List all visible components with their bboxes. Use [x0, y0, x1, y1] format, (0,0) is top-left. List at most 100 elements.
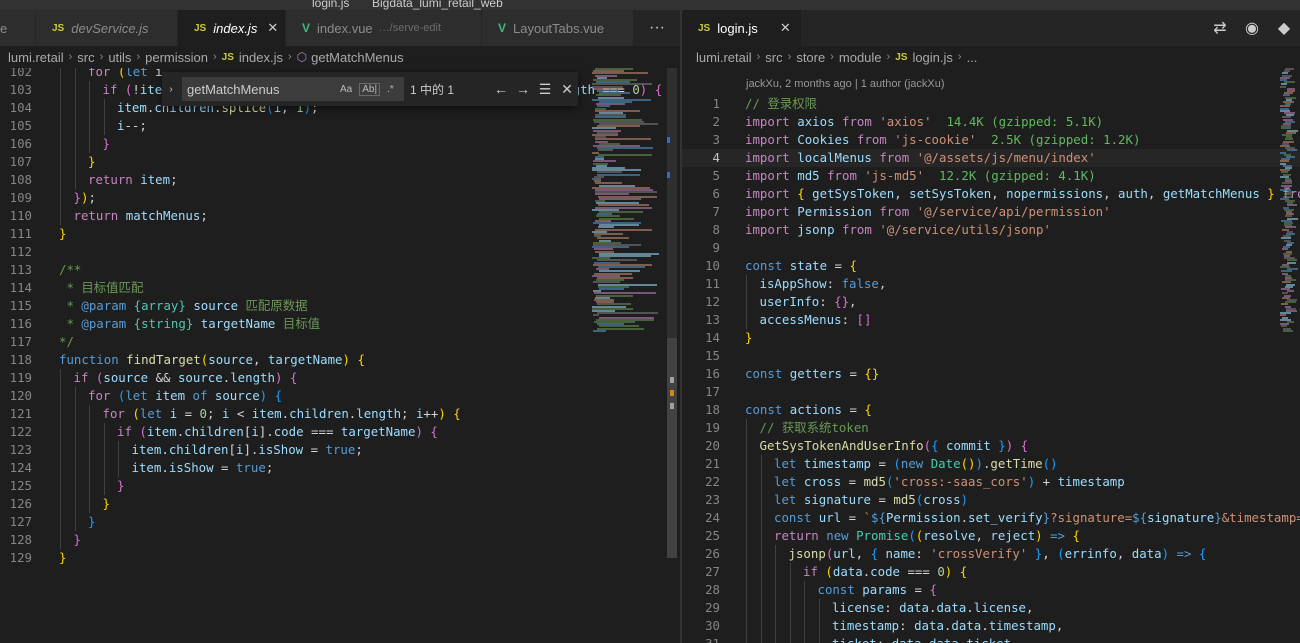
line-number: 112	[9, 244, 32, 259]
breadcrumb-item[interactable]: lumi.retail	[8, 50, 64, 65]
tab-devservice[interactable]: JS devService.js	[36, 10, 178, 46]
code-line[interactable]: 3 import Cookies from 'js-cookie' 2.5K (g…	[682, 131, 1300, 149]
tab-index-vue[interactable]: V index.vue …/serve-edit	[286, 10, 482, 46]
code-line[interactable]: 125}	[0, 477, 680, 495]
open-changes-icon[interactable]: ◉	[1236, 10, 1268, 46]
code-line[interactable]: 19 // 获取系统token	[682, 419, 1300, 437]
code-line[interactable]: 7 import Permission from '@/service/api/p…	[682, 203, 1300, 221]
line-number: 3	[712, 132, 720, 147]
code-line[interactable]: 12 userInfo: {},	[682, 293, 1300, 311]
code-line[interactable]: 105 i--;	[0, 117, 680, 135]
breadcrumb-item[interactable]: utils	[108, 50, 131, 65]
code-line[interactable]: 6 import { getSysToken, setSysToken, nope…	[682, 185, 1300, 203]
code-line[interactable]: 24 const url = `${Permission.set_verify}?…	[682, 509, 1300, 527]
code-line[interactable]: 20 GetSysTokenAndUserInfo({ commit }) {	[682, 437, 1300, 455]
git-blame-codelens[interactable]: jackXu, 2 months ago | 1 author (jackXu)	[746, 78, 945, 90]
code-line[interactable]: 5 import md5 from 'js-md5' 12.2K (gzipped…	[682, 167, 1300, 185]
code-line[interactable]: 23 let signature = md5(cross)	[682, 491, 1300, 509]
breadcrumb-item[interactable]: login.js	[912, 50, 952, 65]
code-line[interactable]: 118 function findTarget(source, targetNam…	[0, 351, 680, 369]
code-line[interactable]: 2 import axios from 'axios' 14.4K (gzippe…	[682, 113, 1300, 131]
code-line[interactable]: 123 item.children[i].isShow = true;	[0, 441, 680, 459]
tab-label: index.js	[213, 20, 258, 36]
code-line[interactable]: 111}	[0, 225, 680, 243]
breadcrumb-item[interactable]: store	[796, 50, 825, 65]
tab-layouttabs-vue[interactable]: V LayoutTabs.vue	[482, 10, 634, 46]
indent-guide	[818, 617, 820, 635]
more-actions-icon[interactable]: ···	[634, 10, 680, 46]
breadcrumb-item[interactable]: lumi.retail	[696, 50, 752, 65]
code-line[interactable]: 9	[682, 239, 1300, 257]
line-number: 11	[705, 276, 720, 291]
regex-icon[interactable]: .*	[385, 84, 396, 95]
code-line[interactable]: 15	[682, 347, 1300, 365]
code-line[interactable]: 128}	[0, 531, 680, 549]
right-code-editor[interactable]: jackXu, 2 months ago | 1 author (jackXu)…	[682, 68, 1300, 643]
code-line[interactable]: 22 let cross = md5('cross:-saas_cors') + …	[682, 473, 1300, 491]
toggle-replace-icon[interactable]: ›	[162, 84, 180, 95]
code-line[interactable]: 107}	[0, 153, 680, 171]
tab-login-js[interactable]: JS login.js ✕	[682, 10, 802, 46]
code-line[interactable]: 10 const state = {	[682, 257, 1300, 275]
code-line[interactable]: 108 return item;	[0, 171, 680, 189]
code-line[interactable]: 110 return matchMenus;	[0, 207, 680, 225]
indent-guide	[60, 207, 61, 225]
indent-guide	[74, 405, 76, 423]
code-line[interactable]: 117 */	[0, 333, 680, 351]
tab-index-js[interactable]: JS index.js ✕	[178, 10, 286, 46]
code-line[interactable]: 113 /**	[0, 261, 680, 279]
breadcrumb-item[interactable]: index.js	[239, 50, 283, 65]
code-line[interactable]: 25 return new Promise((resolve, reject) =…	[682, 527, 1300, 545]
code-line[interactable]: 109});	[0, 189, 680, 207]
code-line[interactable]: 122 if (item.children[i].code === targetN…	[0, 423, 680, 441]
code-line[interactable]: 116 * @param {string} targetName 目标值	[0, 315, 680, 333]
find-in-selection-icon[interactable]: ☰	[534, 81, 556, 98]
code-line[interactable]: 124 item.isShow = true;	[0, 459, 680, 477]
code-line[interactable]: 112	[0, 243, 680, 261]
chevron-right-icon: ›	[212, 51, 217, 63]
breadcrumb-item[interactable]: ...	[967, 50, 978, 65]
git-lens-icon[interactable]: ◆	[1268, 10, 1300, 46]
indent-guide	[818, 635, 820, 643]
code-line[interactable]: 4 import localMenus from '@/assets/js/men…	[682, 149, 1300, 167]
code-line[interactable]: 13 accessMenus: []	[682, 311, 1300, 329]
code-line[interactable]: 16 const getters = {}	[682, 365, 1300, 383]
right-minimap[interactable]	[1280, 68, 1300, 338]
code-line[interactable]: 119 if (source && source.length) {	[0, 369, 680, 387]
previous-match-icon[interactable]: ←	[490, 81, 512, 97]
close-icon[interactable]: ✕	[267, 20, 278, 36]
left-minimap[interactable]	[592, 68, 664, 338]
find-input[interactable]	[183, 81, 333, 97]
left-code-editor[interactable]: 102for (let i103if (!item.children[i].ch…	[0, 68, 680, 643]
match-case-icon[interactable]: Aa	[338, 84, 354, 95]
close-find-icon[interactable]: ✕	[556, 81, 578, 98]
compare-changes-icon[interactable]: ⇄	[1204, 10, 1236, 46]
next-match-icon[interactable]: →	[512, 81, 534, 97]
scrollbar-thumb[interactable]	[667, 338, 677, 558]
code-line[interactable]: 18 const actions = {	[682, 401, 1300, 419]
code-line[interactable]: 11 isAppShow: false,	[682, 275, 1300, 293]
line-number: 21	[705, 456, 720, 471]
code-line[interactable]: 121 for (let i = 0; i < item.children.len…	[0, 405, 680, 423]
code-line[interactable]: 120 for (let item of source) {	[0, 387, 680, 405]
whole-word-icon[interactable]: Ab|	[359, 82, 381, 96]
breadcrumb-item[interactable]: getMatchMenus	[311, 50, 404, 65]
tab-hidden[interactable]: e	[0, 10, 36, 46]
breadcrumb-item[interactable]: module	[839, 50, 882, 65]
code-line[interactable]: 17	[682, 383, 1300, 401]
code-line[interactable]: 127}	[0, 513, 680, 531]
code-line[interactable]: 8 import jsonp from '@/service/utils/json…	[682, 221, 1300, 239]
code-line[interactable]: 106}	[0, 135, 680, 153]
code-line[interactable]: 126}	[0, 495, 680, 513]
code-line[interactable]: 115 * @param {array} source 匹配原数据	[0, 297, 680, 315]
code-line[interactable]: 1 // 登录权限	[682, 95, 1300, 113]
breadcrumb-item[interactable]: permission	[145, 50, 208, 65]
close-icon[interactable]: ✕	[780, 20, 791, 36]
breadcrumb-item[interactable]: src	[77, 50, 94, 65]
code-text: const url = `${Permission.set_verify}?si…	[774, 510, 1300, 525]
code-line[interactable]: 14}	[682, 329, 1300, 347]
code-line[interactable]: 114 * 目标值匹配	[0, 279, 680, 297]
breadcrumb-item[interactable]: src	[765, 50, 782, 65]
code-line[interactable]: 21 let timestamp = (new Date()).getTime()	[682, 455, 1300, 473]
code-line[interactable]: 129}	[0, 549, 680, 567]
